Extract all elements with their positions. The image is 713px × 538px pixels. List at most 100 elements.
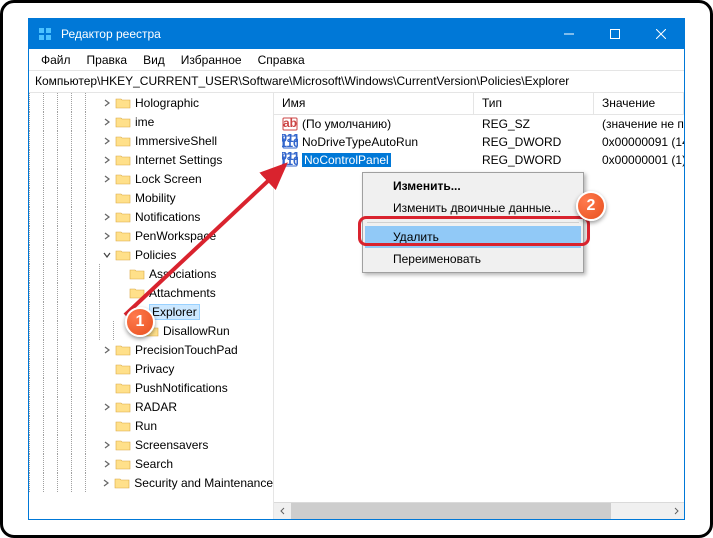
chevron-right-icon[interactable] [101,173,113,185]
folder-icon [115,172,131,186]
list-row[interactable]: 011110NoDriveTypeAutoRunREG_DWORD0x00000… [274,133,684,151]
tree-toggle-empty [115,287,127,299]
scroll-left-button[interactable] [274,503,291,520]
tree-label: Associations [149,267,216,281]
tree-label: Holographic [135,96,199,110]
tree-node[interactable]: Internet Settings [29,150,273,169]
tree-node[interactable]: Notifications [29,207,273,226]
menu-favorites[interactable]: Избранное [173,51,250,69]
folder-icon [115,419,131,433]
folder-icon [115,362,131,376]
col-type[interactable]: Тип [474,93,594,114]
list-row[interactable]: 011110NoControlPanelREG_DWORD0x00000001 … [274,151,684,169]
chevron-right-icon[interactable] [101,154,113,166]
tree-label: Notifications [135,210,200,224]
folder-icon [115,153,131,167]
chevron-right-icon[interactable] [101,230,113,242]
list-header: Имя Тип Значение [274,93,684,115]
tree-toggle-empty [101,420,113,432]
value-type: REG_SZ [474,117,594,131]
context-modify-binary[interactable]: Изменить двоичные данные... [365,197,581,219]
chevron-right-icon[interactable] [101,458,113,470]
tree-toggle-empty [115,268,127,280]
folder-icon [115,248,131,262]
close-button[interactable] [638,19,684,49]
value-name: NoControlPanel [302,153,391,167]
tree-node[interactable]: Policies [29,245,273,264]
list-row[interactable]: ab(По умолчанию)REG_SZ(значение не пр [274,115,684,133]
folder-icon [115,381,131,395]
value-data: (значение не пр [594,117,684,131]
value-data: 0x00000001 (1) [594,153,684,167]
value-type: REG_DWORD [474,135,594,149]
tree-label: PenWorkspace [135,229,216,243]
annotation-badge-2: 2 [576,191,606,221]
tree-node[interactable]: PenWorkspace [29,226,273,245]
folder-icon [114,476,130,490]
menu-view[interactable]: Вид [135,51,173,69]
tree-node[interactable]: PushNotifications [29,378,273,397]
tree-label: PushNotifications [135,381,228,395]
address-bar[interactable]: Компьютер\HKEY_CURRENT_USER\Software\Mic… [29,71,684,93]
tree-toggle-empty [101,192,113,204]
value-type: REG_DWORD [474,153,594,167]
context-modify[interactable]: Изменить... [365,175,581,197]
folder-icon [115,210,131,224]
context-separator [367,222,579,223]
tree-label: PrecisionTouchPad [135,343,238,357]
chevron-down-icon[interactable] [101,249,113,261]
chevron-right-icon[interactable] [101,401,113,413]
scroll-right-button[interactable] [667,503,684,520]
tree-node[interactable]: Run [29,416,273,435]
tree-label: Explorer [149,304,200,320]
menu-help[interactable]: Справка [250,51,313,69]
tree-node[interactable]: Screensavers [29,435,273,454]
tree-label: Search [135,457,173,471]
tree-label: ImmersiveShell [135,134,217,148]
tree-node[interactable]: ime [29,112,273,131]
chevron-right-icon[interactable] [101,135,113,147]
col-value[interactable]: Значение [594,93,684,114]
chevron-right-icon[interactable] [101,344,113,356]
annotation-badge-1: 1 [125,307,155,337]
tree-node[interactable]: ImmersiveShell [29,131,273,150]
string-value-icon: ab [282,116,298,132]
tree-node[interactable]: Attachments [29,283,273,302]
folder-icon [115,96,131,110]
tree-node[interactable]: RADAR [29,397,273,416]
registry-editor-window: Редактор реестра Файл Правка Вид Избранн… [28,18,685,520]
menu-file[interactable]: Файл [33,51,79,69]
tree-node[interactable]: Lock Screen [29,169,273,188]
chevron-right-icon[interactable] [100,477,112,489]
folder-icon [115,115,131,129]
registry-tree[interactable]: Holographic ime ImmersiveShell Internet Set… [29,93,274,519]
folder-icon [115,400,131,414]
tree-node[interactable]: Mobility [29,188,273,207]
maximize-button[interactable] [592,19,638,49]
horizontal-scrollbar[interactable] [274,502,684,519]
tree-node[interactable]: Search [29,454,273,473]
folder-icon [129,267,145,281]
folder-icon [115,191,131,205]
chevron-right-icon[interactable] [101,211,113,223]
chevron-right-icon[interactable] [101,97,113,109]
value-list[interactable]: Имя Тип Значение ab(По умолчанию)REG_SZ(… [274,93,684,519]
tree-label: Lock Screen [135,172,202,186]
tree-label: ime [135,115,154,129]
tree-node[interactable]: Privacy [29,359,273,378]
tree-node[interactable]: PrecisionTouchPad [29,340,273,359]
tree-node[interactable]: Associations [29,264,273,283]
tree-label: Mobility [135,191,176,205]
minimize-button[interactable] [546,19,592,49]
chevron-right-icon[interactable] [101,439,113,451]
folder-icon [115,229,131,243]
context-rename[interactable]: Переименовать [365,248,581,270]
tree-node[interactable]: Security and Maintenance [29,473,273,492]
context-delete[interactable]: Удалить [365,226,581,248]
menu-edit[interactable]: Правка [79,51,136,69]
col-name[interactable]: Имя [274,93,474,114]
folder-icon [129,286,145,300]
context-menu: Изменить... Изменить двоичные данные... … [362,172,584,273]
tree-node[interactable]: Holographic [29,93,273,112]
chevron-right-icon[interactable] [101,116,113,128]
